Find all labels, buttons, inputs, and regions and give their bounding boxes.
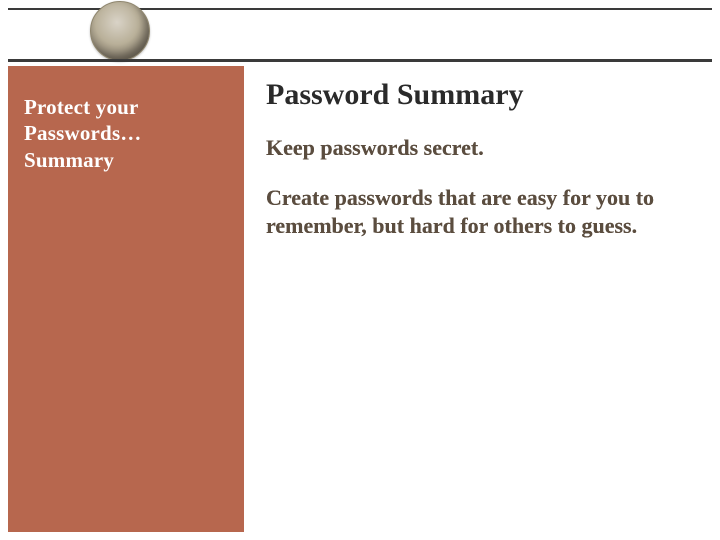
header-band [0, 0, 720, 62]
main-title: Password Summary [266, 78, 690, 112]
bottom-rule [8, 59, 712, 62]
sidebar: Protect your Passwords… Summary [8, 66, 244, 532]
bullet-point: Create passwords that are easy for you t… [266, 184, 690, 240]
badge-icon [90, 1, 150, 61]
sidebar-title: Protect your Passwords… Summary [24, 94, 228, 173]
main-content: Password Summary Keep passwords secret. … [244, 66, 712, 532]
slide: Protect your Passwords… Summary Password… [0, 0, 720, 540]
bullet-point: Keep passwords secret. [266, 134, 690, 162]
slide-body: Protect your Passwords… Summary Password… [0, 62, 720, 540]
